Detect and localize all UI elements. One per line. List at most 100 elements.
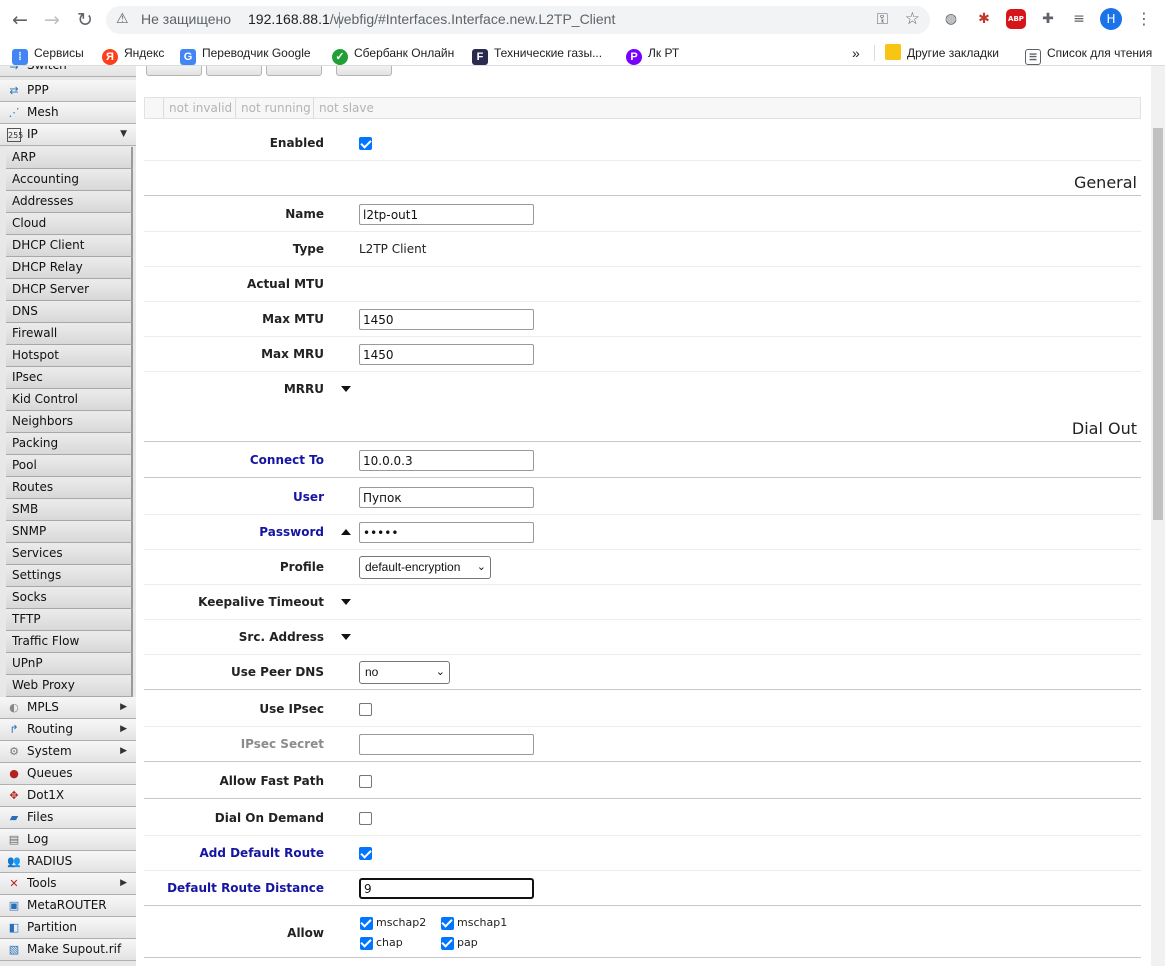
bookmarks-overflow-icon[interactable]: » [852, 43, 860, 63]
media-queue-icon[interactable]: ≡ [1069, 9, 1089, 29]
mschap1-checkbox[interactable] [441, 917, 454, 930]
menu-item-queues[interactable]: ● Queues [0, 763, 136, 785]
bookmark-services[interactable]: ⁞ Сервисы [12, 43, 84, 65]
dial-on-demand-checkbox[interactable] [359, 812, 372, 825]
submenu-item-kid-control[interactable]: Kid Control [6, 389, 133, 411]
submenu-item-dhcp-server[interactable]: DHCP Server [6, 279, 133, 301]
submenu-item-upnp[interactable]: UPnP [6, 653, 133, 675]
menu-item-ip[interactable]: 255 IP ▼ [0, 124, 136, 146]
password-input[interactable] [359, 522, 534, 543]
ipsec-secret-input[interactable] [359, 734, 534, 755]
field-label: IPsec Secret [240, 737, 324, 751]
add-default-route-checkbox[interactable] [359, 847, 372, 860]
menu-item-mpls[interactable]: ◐ MPLS ▶ [0, 697, 136, 719]
pap-checkbox[interactable] [441, 937, 454, 950]
menu-item-routing[interactable]: ↱ Routing ▶ [0, 719, 136, 741]
submenu-item-routes[interactable]: Routes [6, 477, 133, 499]
menu-item-tools[interactable]: ✕ Tools ▶ [0, 873, 136, 895]
submenu-item-addresses[interactable]: Addresses [6, 191, 133, 213]
use-ipsec-checkbox[interactable] [359, 703, 372, 716]
submenu-item-neighbors[interactable]: Neighbors [6, 411, 133, 433]
bookmark-reading-list[interactable]: ☰ Список для чтения [1025, 43, 1153, 65]
adblock-icon[interactable]: ABP [1006, 9, 1026, 29]
field-label: Keepalive Timeout [198, 595, 324, 609]
apply-button[interactable] [266, 66, 322, 76]
forward-arrow-icon[interactable]: → [40, 8, 64, 32]
mschap2-checkbox[interactable] [360, 917, 373, 930]
back-arrow-icon[interactable]: ← [8, 8, 32, 32]
max-mru-input[interactable] [359, 344, 534, 365]
bookmark-star-icon[interactable]: ☆ [905, 9, 920, 29]
bookmark-lk-rt[interactable]: Р Лк РТ [626, 43, 679, 65]
address-bar[interactable]: ⚠ Не защищено 192.168.88.1/webfig/#Inter… [106, 6, 930, 34]
submenu-item-packing[interactable]: Packing [6, 433, 133, 455]
submenu-item-dhcp-client[interactable]: DHCP Client [6, 235, 133, 257]
menu-item-ppp[interactable]: ⇄ PPP [0, 80, 136, 102]
bookmark-tech-gases[interactable]: F Технические газы... [472, 43, 602, 65]
partition-icon: ◧ [8, 921, 20, 934]
scrollbar-thumb[interactable] [1153, 128, 1163, 520]
menu-item-metarouter[interactable]: ▣ MetaROUTER [0, 895, 136, 917]
reload-icon[interactable]: ↻ [73, 8, 97, 32]
submenu-item-smb[interactable]: SMB [6, 499, 133, 521]
submenu-item-firewall[interactable]: Firewall [6, 323, 133, 345]
bookmark-sberbank[interactable]: ✓ Сбербанк Онлайн [332, 43, 454, 65]
menu-item-partition[interactable]: ◧ Partition [0, 917, 136, 939]
submenu-item-arp[interactable]: ARP [6, 147, 133, 169]
submenu-item-socks[interactable]: Socks [6, 587, 133, 609]
submenu-item-pool[interactable]: Pool [6, 455, 133, 477]
extension-character-icon[interactable]: ✱ [974, 9, 994, 29]
submenu-item-cloud[interactable]: Cloud [6, 213, 133, 235]
max-mtu-input[interactable] [359, 309, 534, 330]
submenu-item-settings[interactable]: Settings [6, 565, 133, 587]
more-menu-icon[interactable]: ⋮ [1134, 9, 1154, 29]
collapse-triangle-icon[interactable] [341, 529, 351, 535]
warning-icon[interactable]: ⚠ [116, 11, 129, 27]
expand-triangle-icon[interactable] [341, 386, 351, 392]
files-icon: ▰ [9, 811, 19, 824]
submenu-item-dhcp-relay[interactable]: DHCP Relay [6, 257, 133, 279]
allow-fast-path-checkbox[interactable] [359, 775, 372, 788]
bookmark-yandex[interactable]: Я Яндекс [102, 43, 164, 65]
submenu-item-web-proxy[interactable]: Web Proxy [6, 675, 133, 697]
ok-button[interactable] [146, 66, 202, 76]
menu-item-mesh[interactable]: ⋰ Mesh [0, 102, 136, 124]
menu-item-dot1x[interactable]: ✥ Dot1X [0, 785, 136, 807]
expand-triangle-icon[interactable] [341, 599, 351, 605]
enabled-checkbox[interactable] [359, 137, 372, 150]
menu-item-system[interactable]: ⚙ System ▶ [0, 741, 136, 763]
menu-item-log[interactable]: ▤ Log [0, 829, 136, 851]
cancel-button[interactable] [206, 66, 262, 76]
chap-checkbox[interactable] [360, 937, 373, 950]
globe-extension-icon[interactable]: ◍ [941, 9, 961, 29]
submenu-item-tftp[interactable]: TFTP [6, 609, 133, 631]
submenu-item-ipsec[interactable]: IPsec [6, 367, 133, 389]
profile-avatar[interactable]: H [1100, 8, 1122, 30]
extensions-puzzle-icon[interactable]: ✚ [1038, 9, 1058, 29]
url-text[interactable]: 192.168.88.1/webfig/#Interfaces.Interfac… [248, 11, 615, 27]
bookmark-other[interactable]: Другие закладки [885, 43, 999, 63]
menu-item-switch[interactable]: ⇆ Switch [0, 66, 136, 77]
submenu-item-services[interactable]: Services [6, 543, 133, 565]
bookmark-label: Список для чтения [1047, 46, 1153, 60]
remove-button[interactable] [336, 66, 392, 76]
security-status[interactable]: Не защищено [141, 11, 231, 27]
menu-item-make-supout[interactable]: ▧ Make Supout.rif [0, 939, 136, 961]
bookmark-google-translate[interactable]: G Переводчик Google [180, 43, 311, 65]
connect-to-input[interactable] [359, 450, 534, 471]
use-peer-dns-select[interactable]: no ⌄ [359, 661, 450, 684]
profile-select[interactable]: default-encryption ⌄ [359, 556, 491, 579]
submenu-item-accounting[interactable]: Accounting [6, 169, 133, 191]
submenu-item-traffic-flow[interactable]: Traffic Flow [6, 631, 133, 653]
submenu-item-snmp[interactable]: SNMP [6, 521, 133, 543]
expand-triangle-icon[interactable] [341, 634, 351, 640]
menu-item-files[interactable]: ▰ Files [0, 807, 136, 829]
menu-item-radius[interactable]: 👥 RADIUS [0, 851, 136, 873]
name-input[interactable] [359, 204, 534, 225]
default-route-distance-input[interactable] [359, 878, 534, 899]
user-input[interactable] [359, 487, 534, 508]
page-scrollbar[interactable] [1151, 66, 1165, 966]
submenu-item-hotspot[interactable]: Hotspot [6, 345, 133, 367]
submenu-item-dns[interactable]: DNS [6, 301, 133, 323]
key-icon[interactable]: ⚿ [877, 10, 888, 28]
